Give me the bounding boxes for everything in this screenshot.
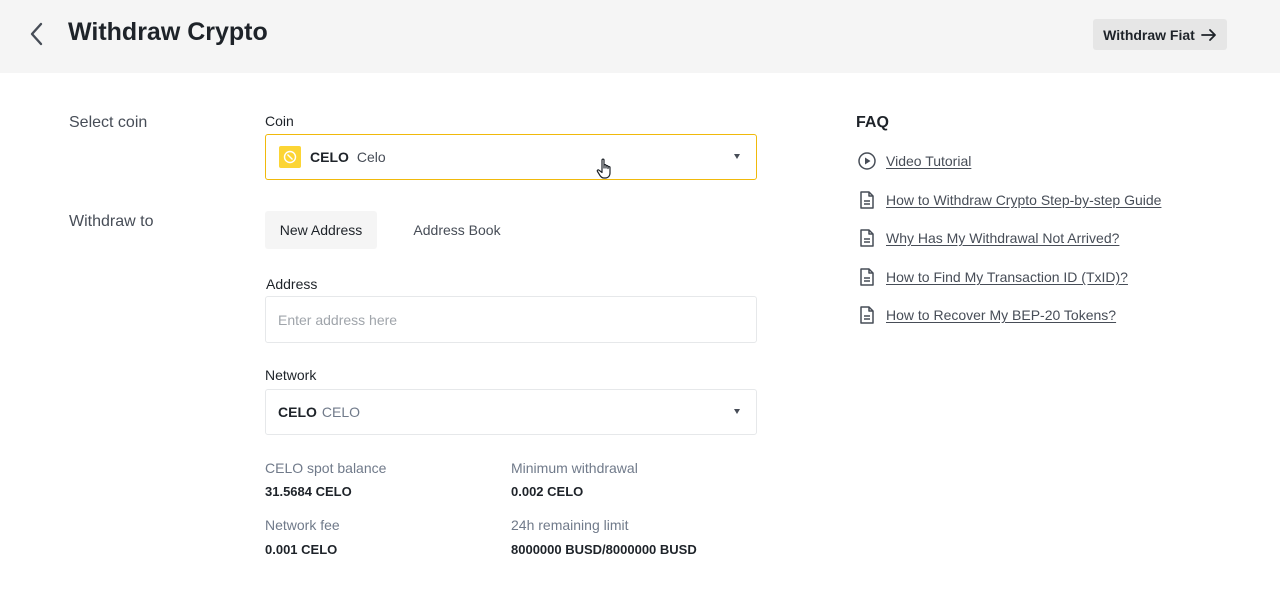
- faq-link[interactable]: Why Has My Withdrawal Not Arrived?: [886, 230, 1119, 246]
- caret-down-icon: [734, 154, 740, 159]
- address-input[interactable]: [265, 296, 757, 343]
- address-field-label: Address: [266, 276, 318, 292]
- faq-item-recover-bep20[interactable]: How to Recover My BEP-20 Tokens?: [857, 304, 1116, 326]
- selected-coin-name: Celo: [356, 149, 386, 165]
- withdraw-to-section-label: Withdraw to: [69, 213, 154, 230]
- faq-link[interactable]: Video Tutorial: [886, 153, 971, 169]
- coin-field-label: Coin: [265, 113, 294, 129]
- faq-item-withdraw-guide[interactable]: How to Withdraw Crypto Step-by-step Guid…: [857, 189, 1161, 211]
- document-icon: [857, 228, 877, 248]
- tab-address-book[interactable]: Address Book: [400, 211, 514, 249]
- celo-logo-icon: [283, 150, 297, 164]
- network-select[interactable]: CELO CELO: [265, 389, 757, 435]
- min-withdrawal-label: Minimum withdrawal: [511, 460, 638, 476]
- document-icon: [857, 190, 877, 210]
- arrow-right-icon: [1200, 28, 1216, 41]
- faq-item-video-tutorial[interactable]: Video Tutorial: [857, 150, 971, 172]
- document-icon: [857, 305, 877, 325]
- coin-select[interactable]: CELO Celo: [265, 134, 757, 180]
- page-header: Withdraw Crypto Withdraw Fiat: [0, 0, 1280, 73]
- page-title: Withdraw Crypto: [68, 18, 268, 46]
- faq-link[interactable]: How to Recover My BEP-20 Tokens?: [886, 307, 1116, 323]
- select-coin-section-label: Select coin: [69, 114, 148, 131]
- min-withdrawal-value: 0.002 CELO: [511, 484, 584, 499]
- remaining-limit-value: 8000000 BUSD/8000000 BUSD: [511, 542, 697, 557]
- network-fee-value: 0.001 CELO: [265, 542, 338, 557]
- withdraw-fiat-button[interactable]: Withdraw Fiat: [1093, 19, 1227, 50]
- faq-link[interactable]: How to Find My Transaction ID (TxID)?: [886, 269, 1128, 285]
- withdraw-fiat-label: Withdraw Fiat: [1103, 26, 1195, 43]
- faq-item-find-txid[interactable]: How to Find My Transaction ID (TxID)?: [857, 266, 1128, 288]
- selected-network-symbol: CELO: [278, 404, 317, 420]
- document-icon: [857, 267, 877, 287]
- spot-balance-value: 31.5684 CELO: [265, 484, 352, 499]
- play-circle-icon: [857, 151, 877, 171]
- faq-link[interactable]: How to Withdraw Crypto Step-by-step Guid…: [886, 192, 1161, 208]
- faq-title: FAQ: [856, 114, 889, 131]
- spot-balance-label: CELO spot balance: [265, 460, 387, 476]
- faq-item-withdrawal-not-arrived[interactable]: Why Has My Withdrawal Not Arrived?: [857, 227, 1119, 249]
- back-button[interactable]: [24, 21, 48, 47]
- network-field-label: Network: [265, 367, 317, 383]
- caret-down-icon: [734, 409, 740, 414]
- selected-network-name: CELO: [321, 404, 361, 420]
- network-fee-label: Network fee: [265, 517, 340, 533]
- chevron-left-icon: [30, 22, 43, 46]
- celo-coin-logo: [279, 146, 301, 168]
- tab-new-address[interactable]: New Address: [265, 211, 377, 249]
- selected-coin-symbol: CELO: [310, 149, 349, 165]
- remaining-limit-label: 24h remaining limit: [511, 517, 629, 533]
